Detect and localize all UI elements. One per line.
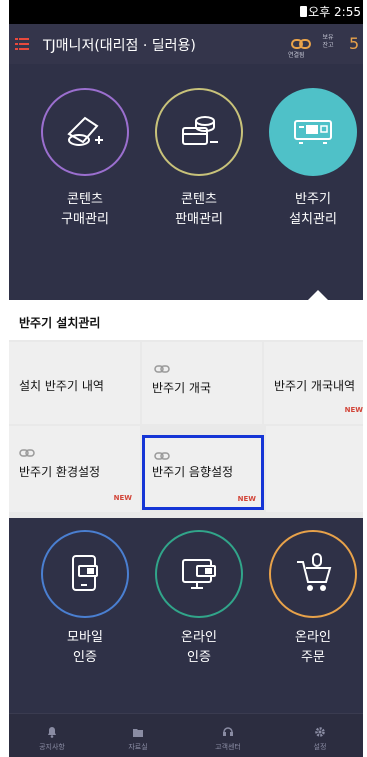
panel-title: 반주기 설치관리: [19, 316, 101, 330]
item-label: 반주기 환경설정: [19, 465, 101, 479]
status-bar: 오후 2:55: [9, 0, 363, 24]
content-sales-button[interactable]: 콘텐츠판매관리: [151, 88, 247, 230]
app-title: TJ매니저(대리점 · 딜러용): [43, 38, 196, 54]
karaoke-environment-settings-item[interactable]: 반주기 환경설정 NEW: [9, 426, 140, 512]
empty-cell: [266, 426, 363, 512]
nav-notice[interactable]: 공지사항: [17, 714, 87, 757]
karaoke-install-label-2: 설치관리: [289, 212, 337, 227]
nav-archive[interactable]: 자료실: [103, 714, 173, 757]
karaoke-open-history-item[interactable]: 반주기 개국내역 NEW: [264, 342, 363, 424]
mobile-auth-label-2: 인증: [73, 650, 97, 665]
nav-settings-label: 설정: [313, 743, 327, 751]
panel-caret: [308, 290, 328, 300]
balance-label: 보유 잔고: [322, 34, 334, 49]
online-auth-button[interactable]: 온라인인증: [151, 530, 247, 668]
new-badge: NEW: [113, 494, 132, 502]
karaoke-install-panel: 반주기 설치관리 설치 반주기 내역 반주기 개국 반주기 개국내역 NEW 반…: [9, 290, 363, 518]
item-label: 반주기 개국: [152, 381, 212, 395]
karaoke-open-item[interactable]: 반주기 개국: [142, 342, 262, 424]
link-status-label: 연결됨: [288, 52, 305, 59]
nav-support-label: 고객센터: [215, 743, 241, 751]
bell-icon: [46, 723, 58, 742]
balance-count[interactable]: 5: [349, 34, 359, 53]
link-icon: [291, 34, 311, 49]
app-screen: 오후 2:55 TJ매니저(대리점 · 딜러용) 연결됨 보유 잔고 5 콘텐츠…: [9, 0, 363, 757]
installed-karaoke-history-item[interactable]: 설치 반주기 내역: [9, 342, 140, 424]
content-purchase-button[interactable]: 콘텐츠구매관리: [37, 88, 133, 230]
karaoke-sound-settings-item[interactable]: 반주기 음향설정 NEW: [142, 435, 264, 510]
nav-support[interactable]: 고객센터: [193, 714, 263, 757]
mobile-auth-icon: [41, 530, 129, 618]
online-auth-label-2: 인증: [187, 650, 211, 665]
karaoke-install-button[interactable]: 반주기설치관리: [265, 88, 361, 230]
new-badge: NEW: [237, 495, 256, 503]
content-purchase-label-1: 콘텐츠: [67, 192, 103, 207]
nav-settings[interactable]: 설정: [285, 714, 355, 757]
gear-icon: [314, 723, 326, 742]
content-sales-label-1: 콘텐츠: [181, 192, 217, 207]
item-label: 반주기 개국내역: [274, 379, 356, 393]
mobile-auth-button[interactable]: 모바일인증: [37, 530, 133, 668]
coin-card-icon: [155, 88, 243, 176]
nav-notice-label: 공지사항: [39, 743, 65, 751]
status-time: 오후 2:55: [308, 5, 361, 19]
link-icon: [154, 445, 170, 464]
online-auth-label-1: 온라인: [181, 630, 217, 645]
karaoke-install-label-1: 반주기: [295, 192, 331, 207]
karaoke-device-icon: [269, 88, 357, 176]
online-order-label-1: 온라인: [295, 630, 331, 645]
online-order-button[interactable]: 온라인주문: [265, 530, 361, 668]
monitor-auth-icon: [155, 530, 243, 618]
content-sales-label-2: 판매관리: [175, 212, 223, 227]
headset-icon: [222, 723, 234, 742]
folder-icon: [132, 723, 144, 742]
nav-archive-label: 자료실: [128, 743, 148, 751]
item-label: 반주기 음향설정: [152, 465, 234, 479]
new-badge: NEW: [344, 406, 363, 414]
cart-plus-icon: [41, 88, 129, 176]
online-order-label-2: 주문: [301, 650, 325, 665]
mobile-auth-label-1: 모바일: [67, 630, 103, 645]
sim-icon: [300, 6, 307, 17]
item-label: 설치 반주기 내역: [19, 379, 104, 393]
order-cart-icon: [269, 530, 357, 618]
app-bar: TJ매니저(대리점 · 딜러용) 연결됨 보유 잔고 5: [9, 24, 363, 64]
bottom-nav: 공지사항 자료실 고객센터 설정: [9, 713, 363, 757]
menu-icon[interactable]: [15, 36, 29, 50]
panel-header: 반주기 설치관리: [9, 300, 363, 340]
content-purchase-label-2: 구매관리: [61, 212, 109, 227]
link-icon: [154, 358, 170, 377]
link-icon: [19, 442, 35, 461]
